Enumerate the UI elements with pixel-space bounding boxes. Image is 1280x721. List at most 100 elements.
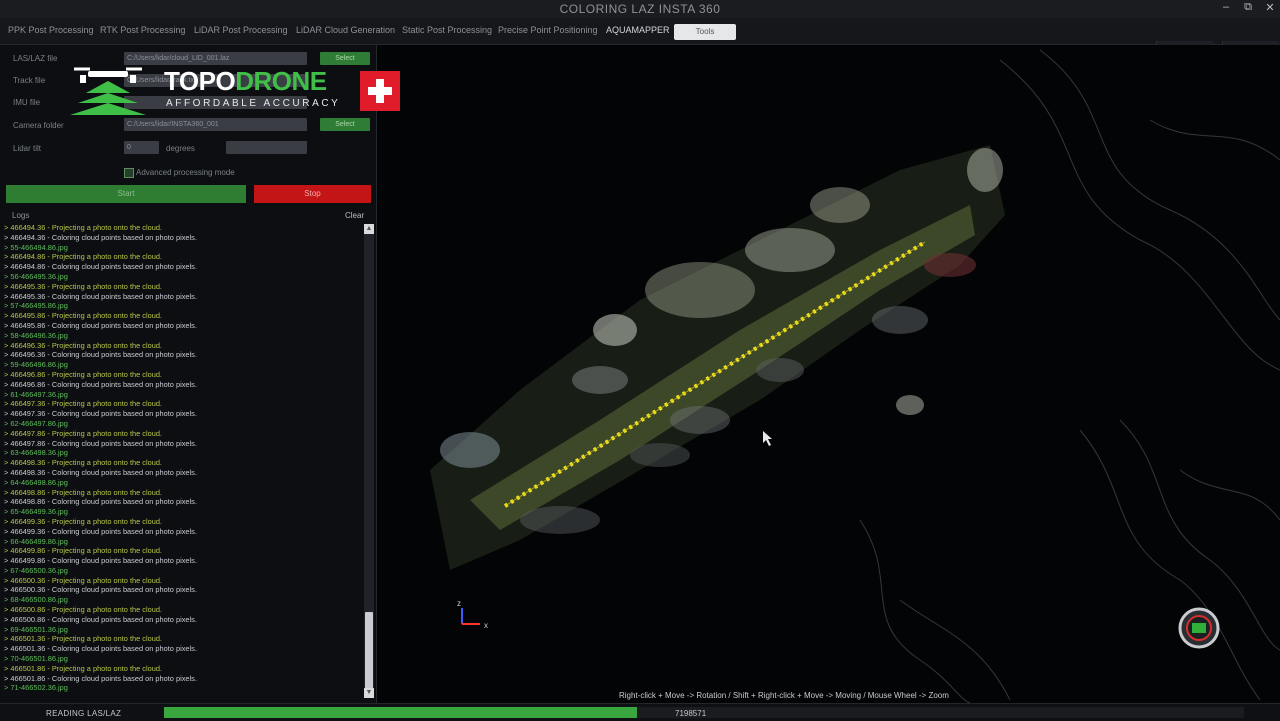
menu-item-aquamapper[interactable]: AQUAMAPPER: [606, 25, 670, 35]
log-line: > 69-466501.36.jpg: [4, 624, 68, 634]
lidar-tilt-label: Lidar tilt: [13, 144, 42, 153]
menu-item-rtk-post-processing[interactable]: RTK Post Processing: [100, 25, 185, 35]
log-line: > 466494.86 - Coloring cloud points base…: [4, 262, 197, 272]
log-line: > 466500.86 - Coloring cloud points base…: [4, 614, 197, 624]
log-line: > 68-466500.86.jpg: [4, 595, 68, 605]
close-icon[interactable]: ✕: [1262, 1, 1278, 14]
scroll-up-icon[interactable]: ▲: [364, 224, 374, 234]
log-line: > 466501.86 - Coloring cloud points base…: [4, 673, 197, 683]
status-text: READING LAS/LAZ: [46, 709, 122, 718]
stop-button[interactable]: Stop: [254, 185, 371, 203]
log-line: > 466501.36 - Coloring cloud points base…: [4, 644, 197, 654]
log-scrollbar-thumb[interactable]: [365, 612, 373, 692]
log-line: > 466494.86 - Projecting a photo onto th…: [4, 252, 162, 262]
log-line: > 64-466498.86.jpg: [4, 477, 68, 487]
log-line: > 466497.86 - Coloring cloud points base…: [4, 438, 197, 448]
log-output: > 466494.36 - Projecting a photo onto th…: [4, 223, 362, 695]
imu-file-label: IMU file: [13, 98, 41, 107]
logo-word-drone: DRONE: [235, 66, 327, 96]
swiss-flag-icon: [360, 71, 400, 111]
logo-word-topo: TOPO: [164, 66, 236, 96]
log-line: > 58-466496.36.jpg: [4, 330, 68, 340]
status-bar: READING LAS/LAZ 7198571: [0, 703, 1280, 721]
advanced-mode-label: Advanced processing mode: [136, 168, 235, 177]
camera-select-button[interactable]: Select: [320, 118, 370, 131]
logo-tagline: AFFORDABLE ACCURACY: [166, 98, 341, 109]
log-line: > 466499.36 - Coloring cloud points base…: [4, 526, 197, 536]
log-line: > 466495.36 - Projecting a photo onto th…: [4, 281, 162, 291]
lidar-tilt-input[interactable]: 0: [124, 141, 159, 154]
clear-logs-button[interactable]: Clear: [345, 211, 364, 220]
log-line: > 65-466499.36.jpg: [4, 507, 68, 517]
logs-label: Logs: [12, 211, 30, 220]
menu-item-ppk-post-processing[interactable]: PPK Post Processing: [8, 25, 94, 35]
log-line: > 56-466495.36.jpg: [4, 271, 68, 281]
log-line: > 466496.36 - Projecting a photo onto th…: [4, 340, 162, 350]
start-button[interactable]: Start: [6, 185, 246, 203]
log-line: > 466495.86 - Projecting a photo onto th…: [4, 311, 162, 321]
log-line: > 55-466494.86.jpg: [4, 242, 68, 252]
log-line: > 71-466502.36.jpg: [4, 683, 68, 693]
viewer-controls-hint: Right-click + Move -> Rotation / Shift +…: [619, 691, 949, 700]
lidar-tilt-extra-input[interactable]: [226, 141, 307, 154]
advanced-mode-checkbox[interactable]: [124, 168, 134, 178]
log-line: > 466496.36 - Coloring cloud points base…: [4, 350, 197, 360]
log-line: > 466498.86 - Coloring cloud points base…: [4, 497, 197, 507]
log-line: > 466494.36 - Coloring cloud points base…: [4, 232, 197, 242]
log-line: > 466497.86 - Projecting a photo onto th…: [4, 428, 162, 438]
maximize-icon[interactable]: ⧉: [1240, 1, 1256, 14]
log-line: > 466498.36 - Coloring cloud points base…: [4, 467, 197, 477]
drone-logo-icon: [70, 67, 146, 115]
logo-wordmark: TOPODRONE: [164, 66, 327, 97]
point-count: 7198571: [675, 709, 707, 718]
camera-folder-label: Camera folder: [13, 121, 64, 130]
progress-bar-fill: [164, 707, 638, 718]
log-line: > 466501.36 - Projecting a photo onto th…: [4, 634, 162, 644]
log-line: > 57-466495.86.jpg: [4, 301, 68, 311]
log-line: > 466495.36 - Coloring cloud points base…: [4, 291, 197, 301]
menu-item-lidar-cloud-generation[interactable]: LiDAR Cloud Generation: [296, 25, 395, 35]
las-file-label: LAS/LAZ file: [13, 54, 58, 63]
tools-button[interactable]: Tools: [674, 24, 736, 40]
log-line: > 466498.86 - Projecting a photo onto th…: [4, 487, 162, 497]
log-line: > 62-466497.86.jpg: [4, 418, 68, 428]
axis-x-label: x: [484, 621, 488, 630]
degrees-label: degrees: [166, 144, 195, 153]
log-line: > 63-466498.36.jpg: [4, 448, 68, 458]
log-line: > 466499.86 - Projecting a photo onto th…: [4, 546, 162, 556]
log-line: > 466494.36 - Projecting a photo onto th…: [4, 223, 162, 232]
log-line: > 466497.36 - Coloring cloud points base…: [4, 409, 197, 419]
log-line: > 466500.36 - Projecting a photo onto th…: [4, 575, 162, 585]
navigation-cube-widget[interactable]: [1178, 607, 1220, 649]
minimize-icon[interactable]: –: [1218, 1, 1234, 13]
axis-z-label: z: [457, 599, 461, 608]
log-scrollbar[interactable]: ▲ ▼: [364, 224, 374, 698]
topodrone-logo: TOPODRONE AFFORDABLE ACCURACY: [66, 63, 406, 119]
menu-bar: PPK Post Processing RTK Post Processing Li…: [0, 18, 1280, 59]
menu-item-precise-point-positioning[interactable]: Precise Point Positioning: [498, 25, 598, 35]
scroll-down-icon[interactable]: ▼: [364, 688, 374, 698]
log-line: > 70-466501.86.jpg: [4, 654, 68, 664]
log-line: > 61-466497.36.jpg: [4, 389, 68, 399]
track-file-label: Track file: [13, 76, 46, 85]
log-line: > 466499.36 - Projecting a photo onto th…: [4, 516, 162, 526]
log-line: > 67-466500.36.jpg: [4, 565, 68, 575]
menu-item-lidar-post-processing[interactable]: LiDAR Post Processing: [194, 25, 288, 35]
log-line: > 466501.86 - Projecting a photo onto th…: [4, 663, 162, 673]
log-line: > 466499.86 - Coloring cloud points base…: [4, 556, 197, 566]
camera-folder-input[interactable]: C:/Users/lidar/INSTA360_001: [124, 118, 307, 131]
log-line: > 466496.86 - Coloring cloud points base…: [4, 379, 197, 389]
title-bar: COLORING LAZ INSTA 360 – ⧉ ✕: [0, 0, 1280, 18]
point-cloud-canvas[interactable]: x z: [377, 45, 1280, 704]
log-line: > 59-466496.86.jpg: [4, 360, 68, 370]
log-line: > 466500.36 - Coloring cloud points base…: [4, 585, 197, 595]
log-line: > 466500.86 - Projecting a photo onto th…: [4, 605, 162, 615]
point-cloud-viewport[interactable]: x z: [377, 45, 1280, 704]
menu-item-static-post-processing[interactable]: Static Post Processing: [402, 25, 492, 35]
log-line: > 466498.36 - Projecting a photo onto th…: [4, 458, 162, 468]
log-line: > 466496.86 - Projecting a photo onto th…: [4, 369, 162, 379]
log-line: > 466497.36 - Projecting a photo onto th…: [4, 399, 162, 409]
window-title: COLORING LAZ INSTA 360: [559, 2, 721, 16]
log-line: > 466495.86 - Coloring cloud points base…: [4, 320, 197, 330]
log-line: > 66-466499.86.jpg: [4, 536, 68, 546]
